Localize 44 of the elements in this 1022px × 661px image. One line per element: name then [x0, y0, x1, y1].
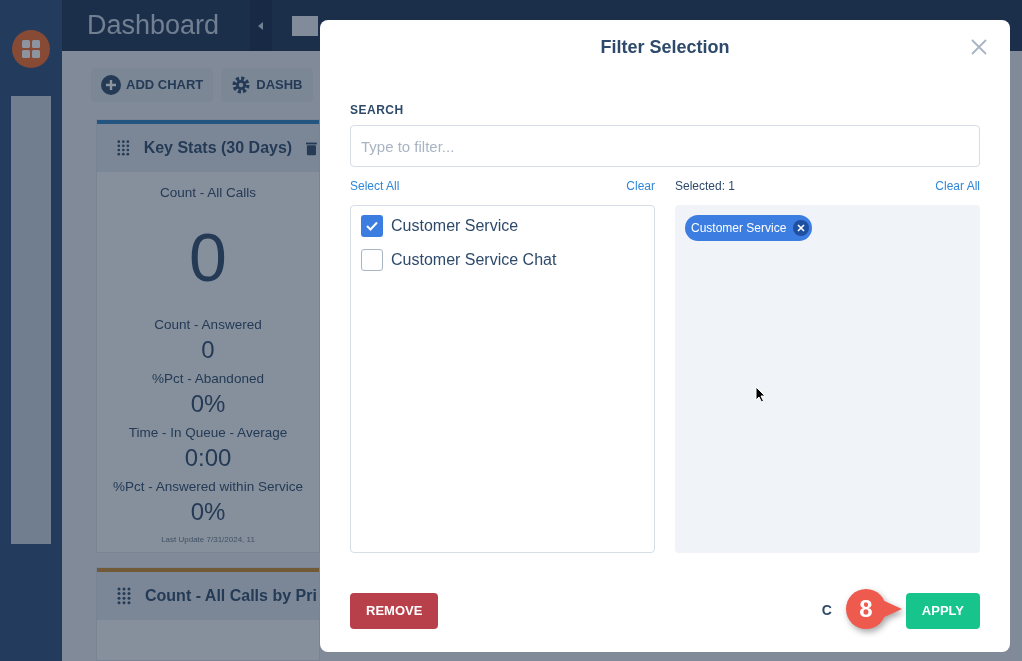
stat-label: Time - In Queue - Average [128, 424, 288, 442]
toolbar-button[interactable]: DASHB [221, 68, 313, 102]
selected-chip: Customer Service [685, 215, 813, 241]
clear-all-link[interactable]: Clear All [935, 177, 980, 195]
apply-button[interactable]: APPLY [905, 593, 980, 629]
select-all-link[interactable]: Select All [350, 177, 400, 195]
stat-value: 0% [190, 389, 226, 419]
drag-handle-icon[interactable] [117, 139, 130, 157]
dialog-title: Filter Selection [600, 35, 730, 59]
plus-circle-icon [101, 75, 121, 95]
tab-thumbnail[interactable] [292, 15, 318, 36]
option-label: Customer Service Chat [391, 250, 557, 270]
trash-icon[interactable] [306, 140, 317, 156]
card-title: Count - All Calls by Pri [145, 586, 317, 606]
settings-icon [231, 75, 252, 95]
stat-value: 0% [190, 497, 226, 527]
stat-value: 0 [189, 218, 227, 297]
stat-value: 0 [201, 335, 215, 365]
close-button[interactable] [970, 38, 988, 56]
logo-icon[interactable] [12, 30, 50, 68]
option-item[interactable]: Customer Service Chat [361, 248, 644, 272]
cancel-button[interactable]: C [817, 600, 836, 622]
drag-handle-icon[interactable] [117, 587, 131, 605]
checkbox[interactable] [361, 215, 383, 237]
mouse-cursor-icon [755, 386, 766, 403]
remove-button[interactable]: REMOVE [350, 593, 439, 629]
remove-icon[interactable] [792, 219, 811, 237]
stat-label: %Pct - Abandoned [152, 370, 264, 388]
stat-label: %Pct - Answered within Service [113, 478, 303, 496]
stat-value: 0:00 [184, 443, 232, 473]
clear-link[interactable]: Clear [626, 177, 655, 195]
checkbox[interactable] [361, 249, 383, 271]
stat-label: Count - All Calls [159, 184, 256, 202]
card-title: Key Stats (30 Days) [143, 138, 293, 158]
option-label: Customer Service [391, 216, 519, 236]
stat-label: Count - Answered [154, 316, 262, 334]
option-item[interactable]: Customer Service [361, 214, 644, 238]
caret-icon [258, 21, 264, 30]
search-field[interactable]: Type to filter... [350, 125, 980, 167]
selected-count: Selected: 1 [675, 178, 736, 195]
page-title: Dashboard [86, 9, 221, 43]
toolbar-button[interactable]: ADD CHART [91, 68, 214, 102]
checkmark-icon [365, 219, 379, 233]
search-label: SEARCH [350, 102, 405, 119]
